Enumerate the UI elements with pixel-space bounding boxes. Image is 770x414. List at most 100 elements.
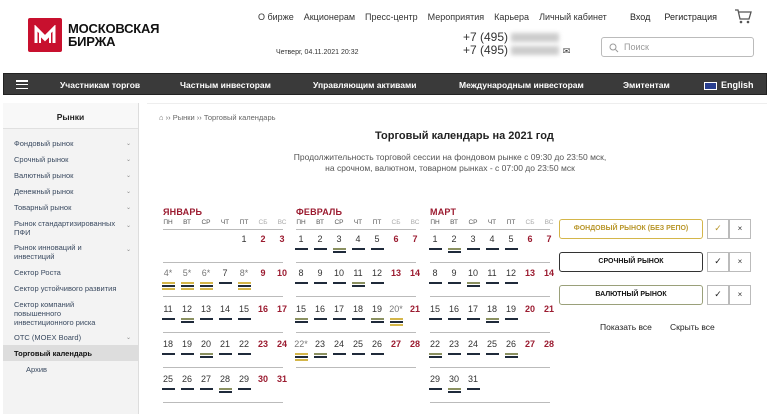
calendar-day[interactable]: 8* [235,268,253,278]
topnav-career[interactable]: Карьера [494,12,529,22]
register-link[interactable]: Регистрация [664,12,717,22]
calendar-day[interactable]: 25 [159,374,177,384]
menu-icon[interactable] [16,80,28,90]
calendar-day[interactable]: 26 [368,339,386,349]
calendar-day[interactable]: 2 [254,234,272,244]
filter-derivatives-close-button[interactable]: × [729,252,751,272]
filter-fx-close-button[interactable]: × [729,285,751,305]
calendar-day[interactable]: 13 [387,268,405,278]
calendar-day[interactable]: 19 [178,339,196,349]
calendar-day[interactable]: 8 [292,268,310,278]
calendar-day[interactable]: 25 [349,339,367,349]
sidebar-item-high-risk[interactable]: Сектор компаний повышенного инвестиционн… [14,300,119,327]
calendar-day[interactable]: 10 [330,268,348,278]
calendar-day[interactable]: 15 [426,304,444,314]
calendar-day[interactable]: 22 [235,339,253,349]
calendar-day[interactable]: 31 [464,374,482,384]
calendar-day[interactable]: 1 [292,234,310,244]
calendar-day[interactable]: 16 [311,304,329,314]
search-input[interactable]: Поиск [601,37,754,57]
calendar-day[interactable]: 21 [216,339,234,349]
calendar-day[interactable]: 1 [426,234,444,244]
calendar-day[interactable]: 14 [216,304,234,314]
calendar-day[interactable]: 18 [349,304,367,314]
hide-all-link[interactable]: Скрыть все [670,322,715,332]
calendar-day[interactable]: 15 [292,304,310,314]
filter-stock-check-button[interactable]: ✓ [707,219,729,239]
calendar-day[interactable]: 27 [521,339,539,349]
nav-private-investors[interactable]: Частным инвесторам [180,80,271,90]
filter-stock-close-button[interactable]: × [729,219,751,239]
calendar-day[interactable]: 14 [406,268,424,278]
calendar-day[interactable]: 26 [178,374,196,384]
calendar-day[interactable]: 7 [406,234,424,244]
sidebar-item-money[interactable]: Денежный рынок [14,187,73,196]
nav-international[interactable]: Международным инвесторам [459,80,584,90]
show-all-link[interactable]: Показать все [600,322,652,332]
calendar-day[interactable]: 5* [178,268,196,278]
calendar-day[interactable]: 10 [464,268,482,278]
calendar-day[interactable]: 11 [483,268,501,278]
calendar-day[interactable]: 4* [159,268,177,278]
nav-issuers[interactable]: Эмитентам [623,80,670,90]
calendar-day[interactable]: 3 [330,234,348,244]
calendar-day[interactable]: 11 [349,268,367,278]
calendar-day[interactable]: 1 [235,234,253,244]
calendar-day[interactable]: 24 [464,339,482,349]
calendar-day[interactable]: 16 [254,304,272,314]
sidebar-item-innovations[interactable]: Рынок инноваций и инвестиций [14,243,109,261]
filter-derivatives-market[interactable]: СРОЧНЫЙ РЫНОК [559,252,703,272]
sidebar-item-sustainable[interactable]: Сектор устойчивого развития [14,284,116,293]
nav-traders[interactable]: Участникам торгов [60,80,140,90]
calendar-day[interactable]: 16 [445,304,463,314]
calendar-day[interactable]: 20 [521,304,539,314]
sidebar-item-fx[interactable]: Валютный рынок [14,171,73,180]
calendar-day[interactable]: 8 [426,268,444,278]
moex-logo[interactable]: МОСКОВСКАЯ БИРЖА [28,18,160,52]
calendar-day[interactable]: 24 [330,339,348,349]
calendar-day[interactable]: 12 [178,304,196,314]
calendar-day[interactable]: 19 [368,304,386,314]
calendar-day[interactable]: 23 [311,339,329,349]
calendar-day[interactable]: 11 [159,304,177,314]
calendar-day[interactable]: 14 [540,268,558,278]
calendar-day[interactable]: 30 [445,374,463,384]
calendar-day[interactable]: 9 [445,268,463,278]
calendar-day[interactable]: 28 [540,339,558,349]
calendar-day[interactable]: 27 [197,374,215,384]
calendar-day[interactable]: 7 [540,234,558,244]
breadcrumb-markets[interactable]: Рынки [173,113,195,122]
calendar-day[interactable]: 9 [254,268,272,278]
calendar-day[interactable]: 17 [464,304,482,314]
calendar-day[interactable]: 5 [368,234,386,244]
calendar-day[interactable]: 9 [311,268,329,278]
calendar-day[interactable]: 13 [521,268,539,278]
calendar-day[interactable]: 12 [368,268,386,278]
topnav-shareholders[interactable]: Акционерам [304,12,355,22]
calendar-day[interactable]: 29 [426,374,444,384]
calendar-day[interactable]: 23 [445,339,463,349]
sidebar-item-calendar[interactable]: Торговый календарь [14,349,92,358]
sidebar-item-spfi[interactable]: Рынок стандартизированных ПФИ [14,219,119,237]
calendar-day[interactable]: 2 [311,234,329,244]
filter-fx-market[interactable]: ВАЛЮТНЫЙ РЫНОК [559,285,703,305]
calendar-day[interactable]: 23 [254,339,272,349]
topnav-cabinet[interactable]: Личный кабинет [539,12,607,22]
calendar-day[interactable]: 28 [216,374,234,384]
topnav-events[interactable]: Мероприятия [428,12,484,22]
sidebar-item-archive[interactable]: Архив [26,365,47,374]
calendar-day[interactable]: 29 [235,374,253,384]
login-link[interactable]: Вход [630,12,650,22]
calendar-day[interactable]: 22* [292,339,310,349]
calendar-day[interactable]: 25 [483,339,501,349]
cart-icon[interactable] [734,8,752,24]
calendar-day[interactable]: 28 [406,339,424,349]
calendar-day[interactable]: 21 [540,304,558,314]
calendar-day[interactable]: 3 [273,234,291,244]
calendar-day[interactable]: 20 [197,339,215,349]
calendar-day[interactable]: 6 [387,234,405,244]
sidebar-item-derivatives[interactable]: Срочный рынок [14,155,68,164]
calendar-day[interactable]: 31 [273,374,291,384]
calendar-day[interactable]: 6 [521,234,539,244]
topnav-press[interactable]: Пресс-центр [365,12,418,22]
